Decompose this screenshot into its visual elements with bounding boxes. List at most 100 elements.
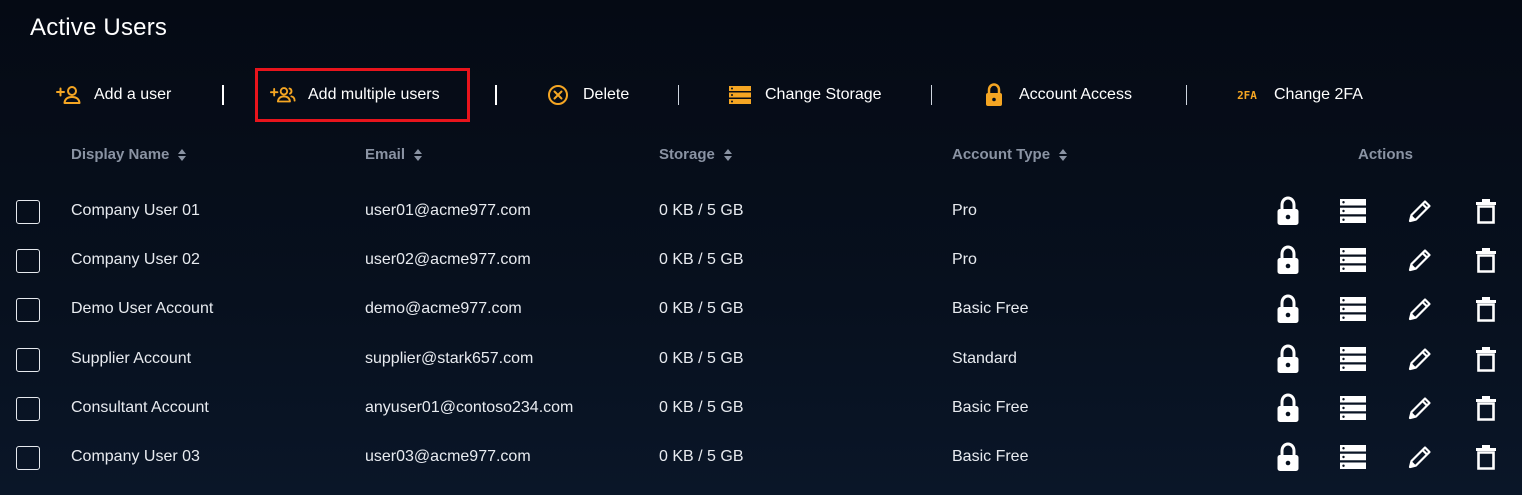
lock-icon[interactable] — [1273, 393, 1303, 423]
account-type-cell: Basic Free — [952, 448, 1029, 465]
sort-icon — [413, 148, 423, 162]
account-access-label: Account Access — [1019, 86, 1132, 103]
storage-cell: 0 KB / 5 GB — [659, 202, 744, 219]
toolbar-separator — [495, 85, 497, 105]
account-type-cell: Basic Free — [952, 300, 1029, 317]
pencil-icon[interactable] — [1405, 344, 1435, 374]
row-checkbox[interactable] — [16, 249, 40, 273]
column-header-account-type[interactable]: Account Type — [952, 146, 1068, 163]
pencil-icon[interactable] — [1405, 196, 1435, 226]
add-multiple-users-button[interactable]: Add multiple users — [255, 68, 470, 122]
account-access-button[interactable]: Account Access — [981, 68, 1132, 122]
add-user-icon — [56, 82, 82, 108]
column-header-storage[interactable]: Storage — [659, 146, 733, 163]
email-cell: user03@acme977.com — [365, 448, 531, 465]
add-user-label: Add a user — [94, 86, 172, 103]
table-row: Consultant Account anyuser01@contoso234.… — [0, 391, 1522, 431]
email-cell: anyuser01@contoso234.com — [365, 399, 574, 416]
sort-icon — [1058, 148, 1068, 162]
trash-icon[interactable] — [1471, 442, 1501, 472]
delete-label: Delete — [583, 86, 630, 103]
toolbar-separator — [1186, 85, 1187, 105]
account-type-cell: Pro — [952, 202, 977, 219]
storage-icon — [727, 82, 753, 108]
lock-icon[interactable] — [1273, 344, 1303, 374]
account-type-cell: Basic Free — [952, 399, 1029, 416]
lock-icon[interactable] — [1273, 294, 1303, 324]
add-multiple-users-label: Add multiple users — [308, 86, 440, 103]
lock-icon[interactable] — [1273, 442, 1303, 472]
twofa-icon: 2FA — [1237, 88, 1257, 102]
toolbar-separator — [931, 85, 932, 105]
toolbar-separator — [678, 85, 679, 105]
column-header-email[interactable]: Email — [365, 146, 423, 163]
display-name-cell: Supplier Account — [71, 350, 192, 367]
display-name-cell: Company User 01 — [71, 202, 200, 219]
delete-circle-icon — [545, 82, 571, 108]
display-name-cell: Company User 02 — [71, 251, 200, 268]
row-checkbox[interactable] — [16, 446, 40, 470]
change-2fa-button[interactable]: 2FA Change 2FA — [1234, 68, 1363, 122]
pencil-icon[interactable] — [1405, 294, 1435, 324]
column-header-actions: Actions — [1358, 146, 1413, 163]
lock-icon[interactable] — [1273, 245, 1303, 275]
delete-button[interactable]: Delete — [545, 68, 629, 122]
storage-icon[interactable] — [1338, 196, 1368, 226]
trash-icon[interactable] — [1471, 245, 1501, 275]
row-checkbox[interactable] — [16, 200, 40, 224]
table-row: Company User 01 user01@acme977.com 0 KB … — [0, 194, 1522, 234]
page-title: Active Users — [30, 14, 168, 41]
table-row: Demo User Account demo@acme977.com 0 KB … — [0, 292, 1522, 332]
storage-cell: 0 KB / 5 GB — [659, 251, 744, 268]
display-name-cell: Company User 03 — [71, 448, 200, 465]
pencil-icon[interactable] — [1405, 442, 1435, 472]
sort-icon — [723, 148, 733, 162]
storage-cell: 0 KB / 5 GB — [659, 350, 744, 367]
column-header-label: Storage — [659, 146, 715, 163]
account-type-cell: Standard — [952, 350, 1017, 367]
change-2fa-label: Change 2FA — [1274, 86, 1363, 103]
column-header-label: Actions — [1358, 146, 1414, 163]
email-cell: supplier@stark657.com — [365, 350, 534, 367]
trash-icon[interactable] — [1471, 344, 1501, 374]
column-header-label: Email — [365, 146, 406, 163]
storage-icon[interactable] — [1338, 245, 1368, 275]
email-cell: user01@acme977.com — [365, 202, 531, 219]
storage-icon[interactable] — [1338, 442, 1368, 472]
storage-cell: 0 KB / 5 GB — [659, 448, 744, 465]
trash-icon[interactable] — [1471, 196, 1501, 226]
sort-icon — [177, 148, 187, 162]
pencil-icon[interactable] — [1405, 245, 1435, 275]
storage-cell: 0 KB / 5 GB — [659, 399, 744, 416]
lock-icon[interactable] — [1273, 196, 1303, 226]
table-row: Company User 02 user02@acme977.com 0 KB … — [0, 243, 1522, 283]
lock-icon — [981, 82, 1007, 108]
row-checkbox[interactable] — [16, 348, 40, 372]
table-row: Company User 03 user03@acme977.com 0 KB … — [0, 440, 1522, 480]
trash-icon[interactable] — [1471, 393, 1501, 423]
account-type-cell: Pro — [952, 251, 977, 268]
row-checkbox[interactable] — [16, 298, 40, 322]
display-name-cell: Consultant Account — [71, 399, 209, 416]
storage-icon[interactable] — [1338, 344, 1368, 374]
change-storage-button[interactable]: Change Storage — [727, 68, 882, 122]
table-row: Supplier Account supplier@stark657.com 0… — [0, 342, 1522, 382]
storage-icon[interactable] — [1338, 294, 1368, 324]
trash-icon[interactable] — [1471, 294, 1501, 324]
toolbar-separator — [222, 85, 224, 105]
column-header-display-name[interactable]: Display Name — [71, 146, 187, 163]
table-header: Display Name Email Storage Account Type … — [0, 146, 1522, 170]
email-cell: demo@acme977.com — [365, 300, 522, 317]
storage-cell: 0 KB / 5 GB — [659, 300, 744, 317]
email-cell: user02@acme977.com — [365, 251, 531, 268]
display-name-cell: Demo User Account — [71, 300, 214, 317]
pencil-icon[interactable] — [1405, 393, 1435, 423]
row-checkbox[interactable] — [16, 397, 40, 421]
storage-icon[interactable] — [1338, 393, 1368, 423]
change-storage-label: Change Storage — [765, 86, 882, 103]
column-header-label: Account Type — [952, 146, 1051, 163]
add-user-button[interactable]: Add a user — [56, 68, 171, 122]
column-header-label: Display Name — [71, 146, 170, 163]
toolbar: Add a user Add multiple users Delete Cha… — [0, 68, 1522, 122]
add-multiple-users-icon — [270, 82, 296, 108]
